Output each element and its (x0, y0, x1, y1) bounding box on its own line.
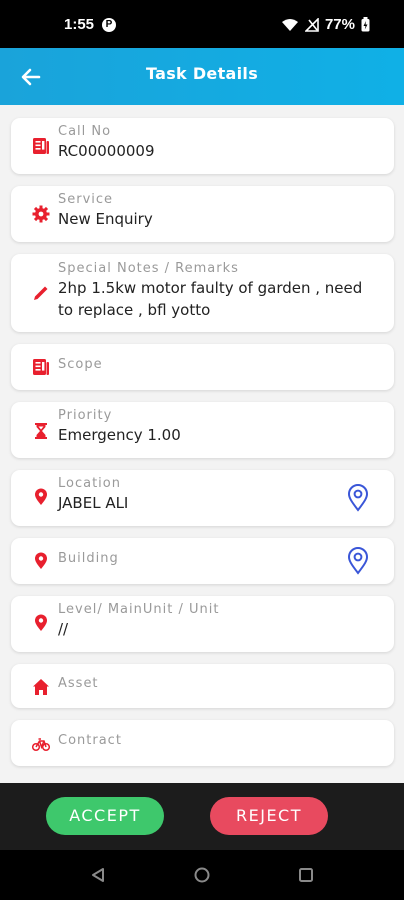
location-pin-icon (35, 488, 47, 505)
level-unit-label: Level/ MainUnit / Unit (58, 602, 220, 617)
recents-square-icon[interactable] (298, 867, 314, 883)
scope-field: Scope (11, 344, 394, 390)
location-value: JABEL ALI (58, 494, 129, 512)
back-triangle-icon[interactable] (90, 867, 106, 883)
special-notes-label: Special Notes / Remarks (58, 261, 239, 276)
location-pin-icon (35, 614, 47, 631)
asset-label: Asset (58, 676, 99, 691)
notification-icon: P (102, 18, 116, 32)
wifi-icon (281, 18, 298, 31)
location-label: Location (58, 476, 121, 491)
document-icon (33, 138, 49, 154)
map-pin-icon[interactable] (346, 484, 370, 512)
signal-icon (304, 17, 319, 32)
page-title: Task Details (145, 64, 259, 83)
scope-label: Scope (58, 357, 103, 372)
call-no-field: Call No RC00000009 (11, 118, 394, 174)
asset-field: Asset (11, 664, 394, 708)
status-icons: 77% (281, 16, 370, 33)
building-label: Building (58, 551, 119, 566)
service-field: Service New Enquiry (11, 186, 394, 242)
level-unit-value: // (58, 620, 69, 638)
service-label: Service (58, 192, 114, 207)
call-no-label: Call No (58, 124, 112, 139)
bicycle-icon (32, 738, 50, 752)
pencil-icon (34, 286, 48, 300)
priority-field: Priority Emergency 1.00 (11, 402, 394, 458)
service-value: New Enquiry (58, 210, 153, 228)
gear-icon (32, 205, 50, 223)
app-bar: Task Details (0, 48, 404, 105)
contract-field: Contract (11, 720, 394, 766)
call-no-value: RC00000009 (58, 142, 155, 160)
special-notes-value: 2hp 1.5kw motor faulty of garden , need … (58, 279, 363, 319)
document-icon (33, 359, 49, 375)
battery-percentage: 77% (324, 16, 355, 33)
status-time: 1:55 (64, 16, 95, 33)
location-field: Location JABEL ALI (11, 470, 394, 526)
hourglass-icon (35, 423, 47, 439)
level-unit-field: Level/ MainUnit / Unit // (11, 596, 394, 652)
priority-value: Emergency 1.00 (58, 426, 181, 444)
status-bar: 1:55 P 77% (0, 0, 404, 48)
location-pin-icon (35, 552, 47, 569)
home-circle-icon[interactable] (194, 867, 210, 883)
reject-button[interactable]: REJECT (210, 797, 328, 835)
contract-label: Contract (58, 733, 122, 748)
special-notes-field: Special Notes / Remarks 2hp 1.5kw motor … (11, 254, 394, 332)
building-field: Building (11, 538, 394, 584)
map-pin-icon[interactable] (346, 547, 370, 575)
home-icon (33, 679, 49, 695)
battery-icon (361, 17, 370, 32)
priority-label: Priority (58, 408, 113, 423)
accept-button[interactable]: ACCEPT (46, 797, 164, 835)
action-bar: ACCEPT REJECT (0, 783, 404, 850)
system-nav-bar (0, 850, 404, 900)
